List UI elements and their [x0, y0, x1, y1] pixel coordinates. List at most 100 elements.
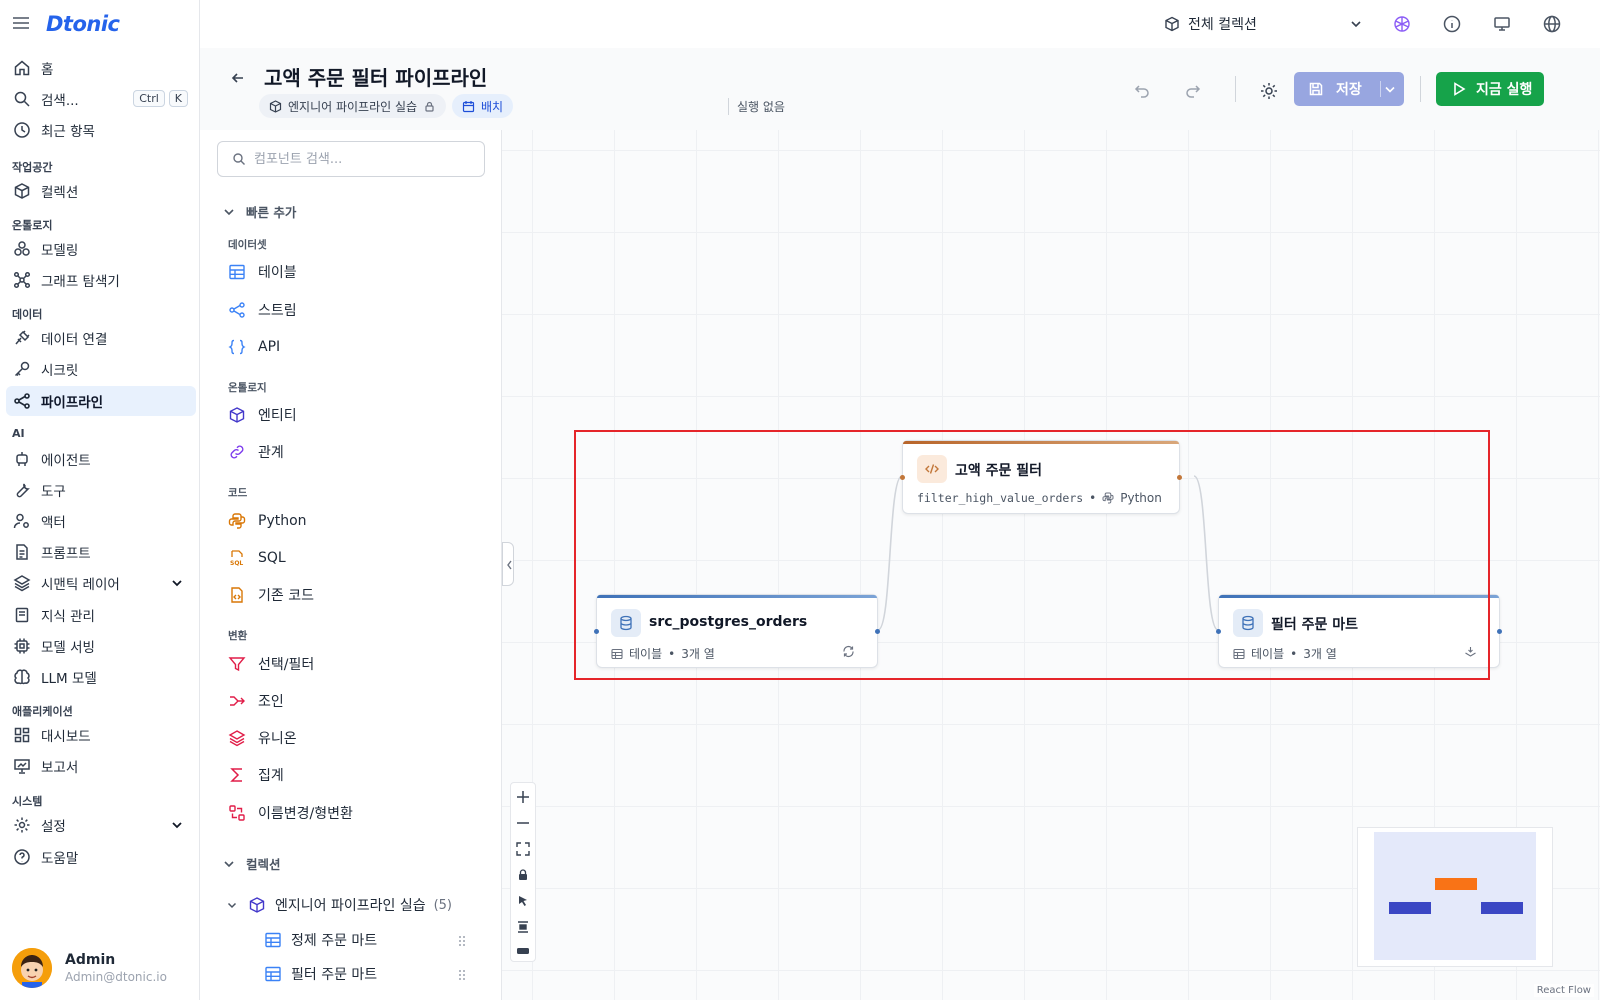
zoom-in-icon[interactable] [515, 789, 531, 805]
component-label: 조인 [258, 694, 284, 710]
run-status: 실행 없음 [728, 98, 785, 115]
mode-chip[interactable]: 배치 [452, 94, 514, 118]
nav-help[interactable]: 도움말 [6, 842, 196, 872]
calendar-icon [462, 100, 475, 113]
chevron-down-icon[interactable] [1346, 14, 1366, 34]
component-union[interactable]: 유니온 [228, 726, 297, 750]
monitor-icon[interactable] [1492, 14, 1512, 34]
globe-icon[interactable] [1542, 14, 1562, 34]
plug-icon [13, 329, 31, 347]
component-relation[interactable]: 관계 [228, 440, 284, 464]
nav-prompt[interactable]: 프롬프트 [6, 537, 196, 567]
component-search-input[interactable] [254, 151, 474, 167]
nav-knowledge[interactable]: 지식 관리 [6, 600, 196, 630]
component-join[interactable]: 조인 [228, 689, 284, 713]
lock-icon[interactable] [515, 867, 531, 883]
nav-collection[interactable]: 컬렉션 [6, 176, 196, 206]
nav-agent[interactable]: 에이전트 [6, 444, 196, 474]
gear-icon[interactable] [1258, 80, 1280, 102]
nav-modeling[interactable]: 모델링 [6, 234, 196, 264]
page-title: 고액 주문 필터 파이프라인 [264, 66, 488, 90]
info-icon[interactable] [1442, 14, 1462, 34]
component-table[interactable]: 테이블 [228, 260, 297, 284]
nav-data-connection[interactable]: 데이터 연결 [6, 323, 196, 353]
nav-label: 파이프라인 [41, 395, 104, 411]
presentation-icon [13, 757, 31, 775]
component-existing-code[interactable]: 기존 코드 [228, 583, 314, 607]
component-label: API [258, 339, 281, 355]
tree-item[interactable]: 필터 주문 마트 [264, 964, 377, 984]
search-icon [232, 152, 246, 166]
layers-icon [13, 574, 31, 592]
nav-report[interactable]: 보고서 [6, 751, 196, 781]
nav-secret[interactable]: 시크릿 [6, 354, 196, 384]
nav-label: 도움말 [41, 851, 79, 867]
collection-toggle[interactable]: 컬렉션 [222, 854, 281, 873]
nav-label: LLM 모델 [41, 671, 97, 687]
zoom-out-icon[interactable] [515, 815, 531, 831]
pipeline-icon [13, 392, 31, 410]
collection-selector[interactable]: 전체 컬렉션 [1164, 14, 1257, 34]
tree-root-count: (5) [433, 897, 453, 913]
component-aggregate[interactable]: 집계 [228, 763, 284, 787]
react-flow-attribution[interactable]: React Flow [1533, 984, 1594, 997]
quick-add-toggle[interactable]: 빠른 추가 [222, 202, 296, 221]
nav-graph-explorer[interactable]: 그래프 탐색기 [6, 265, 196, 295]
collection-tree-root[interactable]: 엔지니어 파이프라인 실습 (5) [226, 895, 452, 915]
nav-home[interactable]: 홈 [6, 53, 196, 83]
align-icon[interactable] [515, 919, 531, 935]
pointer-icon[interactable] [515, 893, 531, 909]
robot-icon [13, 450, 31, 468]
key-icon [13, 360, 31, 378]
ai-assistant-icon[interactable] [1392, 14, 1412, 34]
cube-icon [269, 99, 282, 113]
node-output-handle[interactable] [1497, 629, 1502, 634]
divider [1420, 76, 1421, 102]
drag-handle-icon[interactable] [458, 935, 466, 947]
nav-llm-model[interactable]: LLM 모델 [6, 662, 196, 692]
nav-label: 그래프 탐색기 [41, 274, 120, 290]
nav-semantic-layer[interactable]: 시맨틱 레이어 [6, 568, 196, 598]
nav-recent[interactable]: 최근 항목 [6, 115, 196, 145]
save-button[interactable]: 저장 [1294, 72, 1404, 106]
back-arrow-icon[interactable] [230, 70, 246, 86]
chevron-down-icon[interactable] [170, 576, 184, 590]
book-icon [13, 606, 31, 624]
nav-dashboard[interactable]: 대시보드 [6, 720, 196, 750]
nav-pipeline[interactable]: 파이프라인 [6, 386, 196, 416]
app-logo[interactable]: Dtonic [46, 12, 120, 36]
cube-icon [1164, 16, 1180, 32]
component-rename-cast[interactable]: 이름변경/형변환 [228, 801, 353, 825]
nav-tool[interactable]: 도구 [6, 475, 196, 505]
drag-handle-icon[interactable] [458, 969, 466, 981]
component-search[interactable] [217, 141, 485, 177]
nav-model-serving[interactable]: 모델 서빙 [6, 631, 196, 661]
component-select-filter[interactable]: 선택/필터 [228, 652, 314, 676]
chevron-down-icon[interactable] [170, 818, 184, 832]
component-stream[interactable]: 스트림 [228, 298, 297, 322]
collection-selector-label: 전체 컬렉션 [1188, 17, 1257, 33]
tree-item[interactable]: 정제 주문 마트 [264, 930, 377, 950]
nav-settings[interactable]: 설정 [6, 810, 196, 840]
run-now-button[interactable]: 지금 실행 [1436, 72, 1544, 106]
project-chip[interactable]: 엔지니어 파이프라인 실습 [259, 94, 447, 118]
nav-search[interactable]: 검색... Ctrl K [6, 84, 196, 114]
component-entity[interactable]: 엔티티 [228, 403, 297, 427]
quick-add-label: 빠른 추가 [246, 205, 297, 220]
redo-icon[interactable] [1183, 80, 1205, 102]
hamburger-menu-icon[interactable] [12, 16, 30, 30]
component-api[interactable]: API [228, 335, 280, 359]
nav-label: 컬렉션 [41, 185, 79, 201]
minimap[interactable] [1357, 827, 1553, 967]
group-ontology: 온톨로지 [228, 382, 267, 394]
layers-icon [228, 729, 246, 747]
pipeline-canvas[interactable]: src_postgres_orders 테이블 • 3개 열 고액 주문 필터 … [502, 130, 1600, 1000]
nav-actor[interactable]: 액터 [6, 506, 196, 536]
component-sql[interactable]: SQL SQL [228, 546, 286, 570]
user-profile[interactable]: Admin Admin@dtonic.io [12, 948, 167, 988]
undo-icon[interactable] [1130, 80, 1152, 102]
component-python[interactable]: Python [228, 509, 307, 533]
fit-view-icon[interactable] [515, 841, 531, 857]
chevron-down-icon[interactable] [1380, 81, 1396, 97]
minimap-toggle-icon[interactable] [515, 943, 531, 959]
